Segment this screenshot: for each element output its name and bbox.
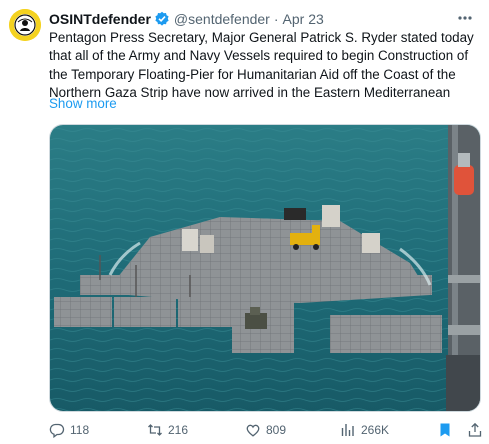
more-icon[interactable] xyxy=(455,10,475,26)
separator-dot: · xyxy=(273,11,279,27)
tweet-date[interactable]: Apr 23 xyxy=(283,11,324,27)
bookmark-icon xyxy=(440,423,450,437)
views-icon xyxy=(341,424,354,436)
avatar[interactable] xyxy=(9,9,41,41)
repost-icon xyxy=(148,424,162,436)
reply-icon xyxy=(49,423,65,438)
author-name[interactable]: OSINTdefender xyxy=(49,11,151,27)
repost-button[interactable]: 216 xyxy=(147,422,188,438)
tweet-actions: 118 216 809 266K xyxy=(49,418,485,442)
share-button[interactable] xyxy=(467,422,483,438)
show-more-link[interactable]: Show more xyxy=(49,96,117,111)
author-handle[interactable]: @sentdefender xyxy=(174,11,270,27)
like-count: 809 xyxy=(266,423,287,437)
share-icon xyxy=(468,422,482,437)
verified-badge-icon xyxy=(154,11,170,27)
like-icon xyxy=(246,424,260,437)
views-count: 266K xyxy=(361,423,390,437)
avatar-logo xyxy=(9,9,41,41)
views-button[interactable]: 266K xyxy=(340,422,389,438)
reply-button[interactable]: 118 xyxy=(49,422,89,438)
reply-count: 118 xyxy=(70,423,90,437)
repost-count: 216 xyxy=(168,423,189,437)
bookmark-button[interactable] xyxy=(437,422,453,438)
tweet-photo[interactable] xyxy=(49,124,481,412)
tweet-card[interactable]: OSINTdefender @sentdefender · Apr 23 Pen… xyxy=(0,0,489,444)
like-button[interactable]: 809 xyxy=(245,422,286,438)
tweet-text: Pentagon Press Secretary, Major General … xyxy=(49,30,474,100)
tweet-header: OSINTdefender @sentdefender · Apr 23 xyxy=(49,9,479,29)
floating-pier-photo xyxy=(50,125,480,411)
